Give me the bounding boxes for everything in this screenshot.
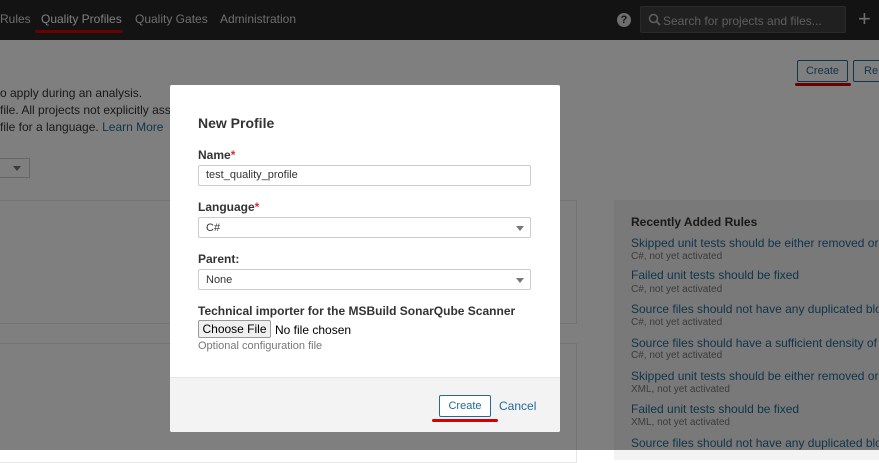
parent-label: Parent: bbox=[198, 252, 240, 266]
chevron-down-icon bbox=[516, 226, 524, 231]
name-field[interactable]: test_quality_profile bbox=[198, 165, 531, 186]
dialog-title: New Profile bbox=[198, 115, 275, 131]
chevron-down-icon bbox=[516, 278, 524, 283]
importer-label: Technical importer for the MSBuild Sonar… bbox=[198, 304, 516, 318]
name-label: Name* bbox=[198, 148, 235, 162]
create-button[interactable]: Create bbox=[439, 395, 491, 417]
optional-hint: Optional configuration file bbox=[198, 340, 323, 352]
new-profile-dialog: New Profile Name* test_quality_profile L… bbox=[170, 85, 560, 432]
highlight-underline-dialog-create bbox=[432, 419, 498, 422]
parent-select[interactable]: None bbox=[198, 269, 531, 290]
choose-file-button[interactable]: Choose File bbox=[198, 320, 271, 338]
language-label: Language* bbox=[198, 200, 259, 214]
required-mark: * bbox=[230, 148, 236, 162]
language-select-value: C# bbox=[206, 222, 221, 234]
parent-select-value: None bbox=[206, 274, 233, 286]
required-mark: * bbox=[254, 200, 260, 214]
file-status: No file chosen bbox=[275, 323, 352, 337]
language-select[interactable]: C# bbox=[198, 217, 531, 238]
cancel-button[interactable]: Cancel bbox=[499, 399, 536, 413]
language-label-text: Language bbox=[198, 200, 255, 214]
dialog-footer: Create Cancel bbox=[170, 377, 560, 432]
name-label-text: Name bbox=[198, 148, 231, 162]
